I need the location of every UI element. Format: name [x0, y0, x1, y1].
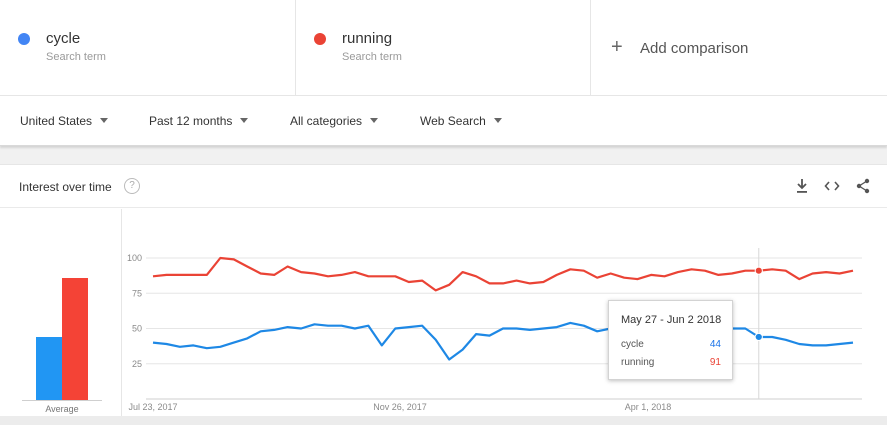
- x-tick-label: Apr 1, 2018: [625, 402, 672, 412]
- y-tick-label: 50: [132, 324, 142, 334]
- hover-point-running: [754, 266, 763, 275]
- tooltip-row-running: running 91: [621, 357, 721, 368]
- tooltip-term: running: [621, 357, 655, 368]
- tooltip-value: 44: [709, 339, 721, 350]
- hover-point-cycle: [754, 332, 763, 342]
- interest-line-chart: 25 50 75 100 Jul 23, 2017 Nov 26, 2017 Apr 1, …: [127, 248, 862, 412]
- x-tick-label: Jul 23, 2017: [128, 402, 177, 412]
- y-tick-label: 25: [132, 359, 142, 369]
- y-tick-label: 75: [132, 288, 142, 298]
- tooltip-value: 91: [709, 357, 721, 368]
- series-line-running: [152, 256, 854, 292]
- page-footer-strip: [0, 416, 887, 425]
- tooltip-term: cycle: [621, 339, 644, 350]
- tooltip-row-cycle: cycle 44: [621, 339, 721, 350]
- x-tick-label: Nov 26, 2017: [373, 402, 427, 412]
- chart-tooltip: May 27 - Jun 2 2018 cycle 44 running 91: [608, 300, 733, 380]
- y-tick-label: 100: [127, 253, 142, 263]
- tooltip-date: May 27 - Jun 2 2018: [621, 314, 722, 326]
